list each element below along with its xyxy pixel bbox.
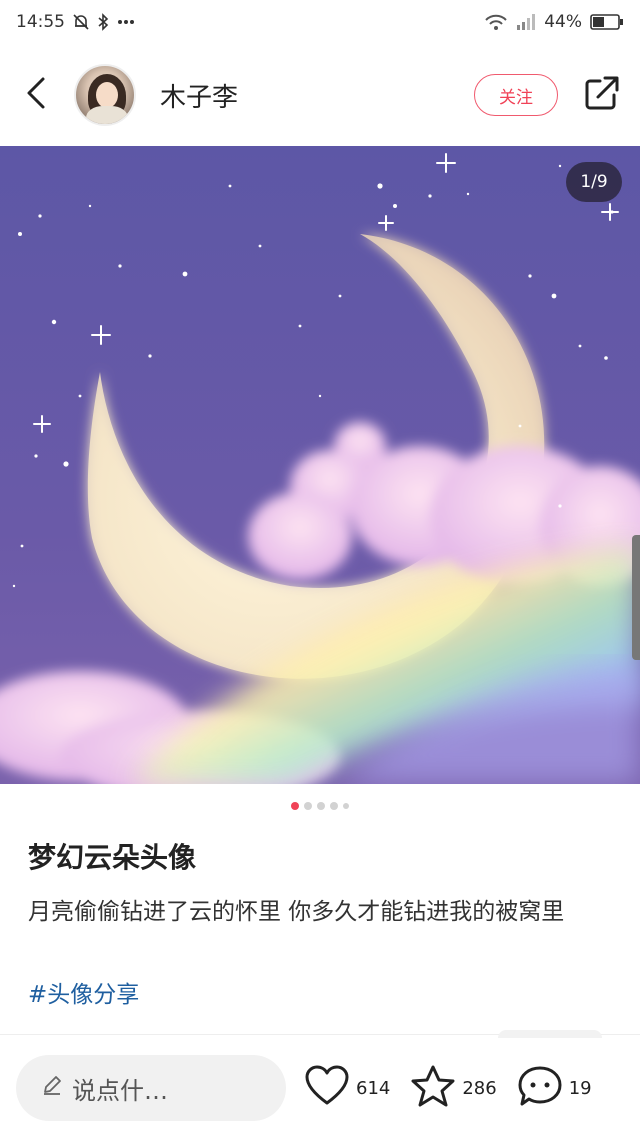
share-icon <box>584 75 620 115</box>
bottom-action-bar: 说点什… 614 286 19 <box>0 1038 640 1138</box>
silent-bell-icon <box>73 13 89 31</box>
share-button[interactable] <box>580 73 624 117</box>
signal-icon <box>516 13 536 31</box>
floating-tab <box>498 1030 602 1038</box>
collect-button[interactable]: 286 <box>410 1064 497 1113</box>
battery-percent: 44% <box>544 12 582 32</box>
carousel-dot <box>343 803 349 809</box>
username[interactable]: 木子李 <box>160 77 238 114</box>
post-header: 木子李 关注 <box>0 44 640 146</box>
post-title: 梦幻云朵头像 <box>28 841 197 874</box>
like-count: 614 <box>356 1077 391 1099</box>
carousel-dot <box>317 802 325 810</box>
bluetooth-icon <box>97 13 109 31</box>
comment-bubble-icon <box>517 1064 563 1113</box>
avatar[interactable] <box>74 64 136 126</box>
more-dots-icon <box>117 19 135 25</box>
battery-icon <box>590 13 624 31</box>
heart-icon <box>304 1065 350 1112</box>
collect-count: 286 <box>462 1077 497 1099</box>
status-bar: 14:55 44% <box>0 0 640 44</box>
comment-placeholder: 说点什… <box>72 1076 168 1105</box>
back-button[interactable] <box>16 75 56 115</box>
page-indicator: 1/9 <box>566 162 622 202</box>
back-arrow-icon <box>25 76 47 114</box>
follow-button[interactable]: 关注 <box>474 74 558 116</box>
carousel-dots <box>0 800 640 812</box>
status-time: 14:55 <box>16 12 65 32</box>
carousel-dot <box>330 802 338 810</box>
comment-input[interactable]: 说点什… <box>16 1055 286 1121</box>
post-body: 月亮偷偷钻进了云的怀里 你多久才能钻进我的被窝里 <box>28 899 565 925</box>
like-button[interactable]: 614 <box>304 1065 390 1112</box>
carousel-dot-active <box>291 802 299 810</box>
carousel-dot <box>304 802 312 810</box>
hashtag-link[interactable]: #头像分享 <box>28 975 139 1009</box>
comment-count: 19 <box>568 1077 592 1099</box>
star-icon <box>410 1064 456 1113</box>
image-carousel[interactable]: 1/9 <box>0 146 640 784</box>
wifi-icon <box>484 13 508 31</box>
edge-panel-handle[interactable] <box>632 535 640 660</box>
comment-button[interactable]: 19 <box>517 1064 592 1113</box>
post-image[interactable] <box>0 146 640 784</box>
pencil-icon <box>40 1073 64 1103</box>
